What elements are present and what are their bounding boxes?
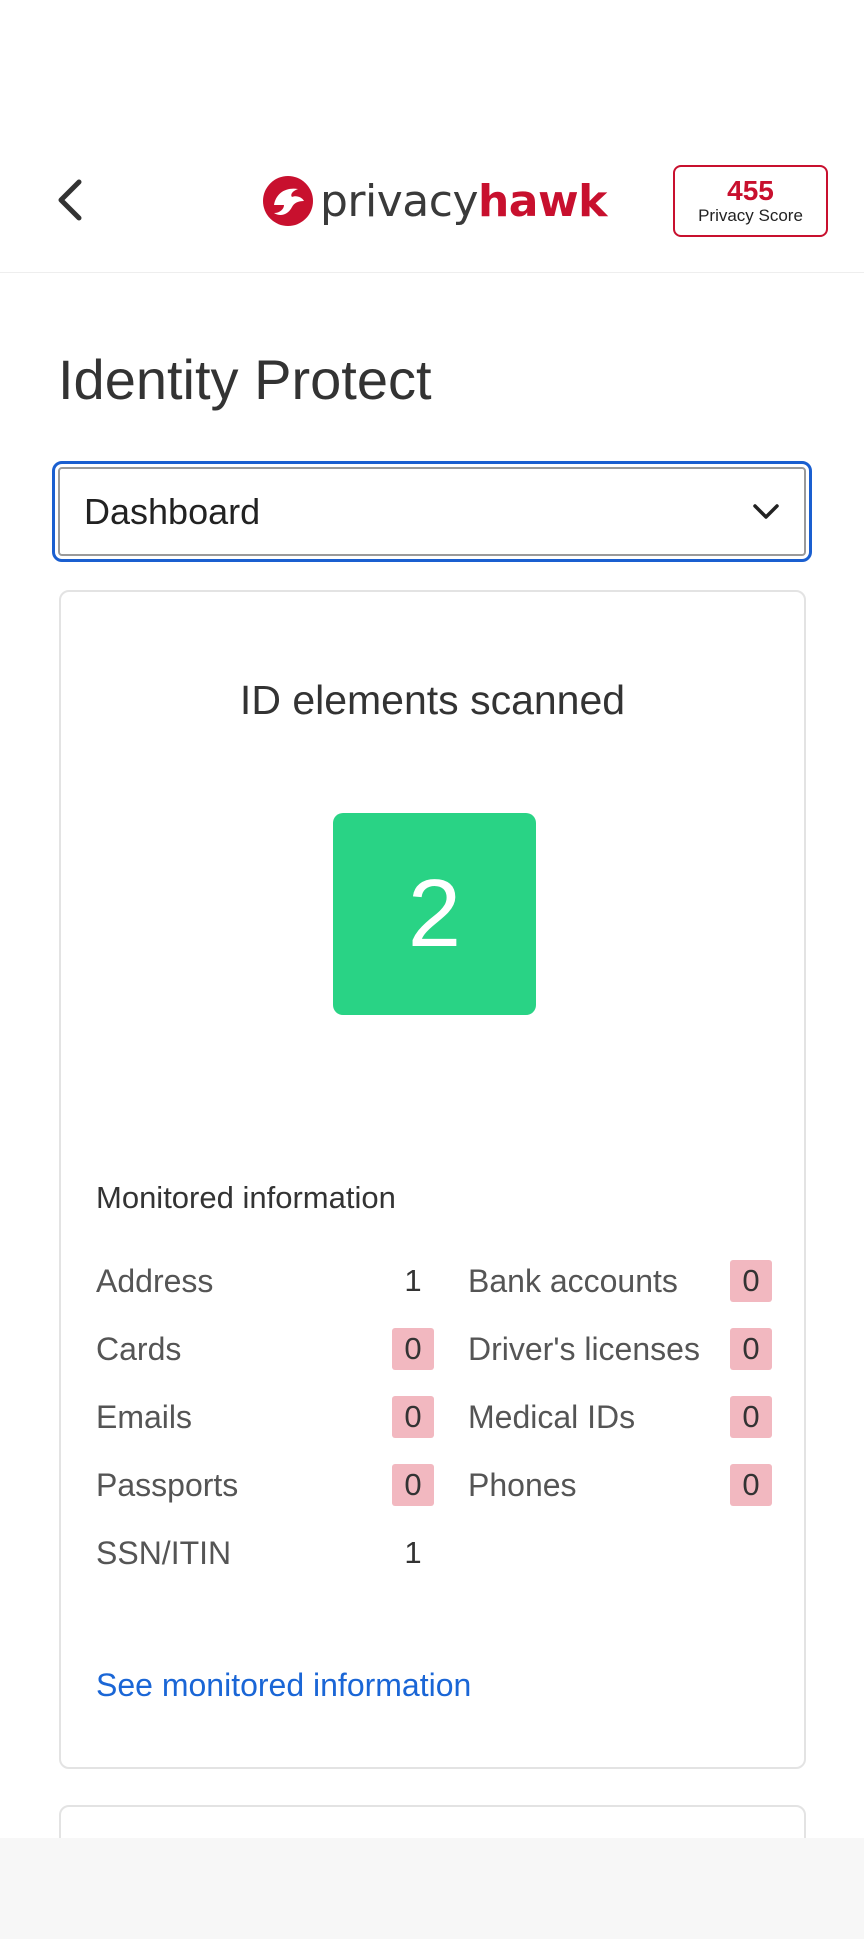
view-select-value: Dashboard: [84, 490, 261, 532]
privacy-score-label: Privacy Score: [698, 206, 803, 225]
bottom-area: [0, 1838, 864, 1939]
privacy-score-badge[interactable]: 455 Privacy Score: [673, 165, 828, 237]
scanned-count-box: 2: [333, 813, 536, 1015]
monitored-label: SSN/ITIN: [96, 1534, 232, 1571]
monitored-label: Medical IDs: [468, 1398, 636, 1435]
monitored-label: Driver's licenses: [468, 1330, 700, 1367]
back-button[interactable]: [48, 178, 92, 222]
monitored-label: Address: [96, 1262, 214, 1299]
monitored-label: Bank accounts: [468, 1262, 678, 1299]
see-monitored-information-link[interactable]: See monitored information: [96, 1667, 471, 1704]
monitored-row: Emails 0 Medical IDs 0: [96, 1383, 772, 1451]
monitored-count: 0: [730, 1396, 772, 1438]
monitored-row: Address 1 Bank accounts 0: [96, 1247, 772, 1315]
monitored-count: 0: [730, 1260, 772, 1302]
monitored-label: Phones: [468, 1466, 577, 1503]
monitored-label: Emails: [96, 1398, 193, 1435]
monitored-label: Cards: [96, 1330, 182, 1367]
monitored-item-ssn-itin: SSN/ITIN 1: [96, 1532, 434, 1574]
view-select[interactable]: Dashboard: [52, 461, 812, 562]
monitored-item-emails: Emails 0: [96, 1396, 434, 1438]
monitored-item-drivers-licenses: Driver's licenses 0: [434, 1328, 772, 1370]
monitored-item-bank-accounts: Bank accounts 0: [434, 1260, 772, 1302]
privacyhawk-logo: privacyhawk: [262, 172, 607, 230]
privacy-score-value: 455: [727, 175, 774, 206]
page: privacyhawk 455 Privacy Score Identity P…: [0, 0, 864, 1939]
monitored-count: 0: [392, 1328, 434, 1370]
monitored-item-passports: Passports 0: [96, 1464, 434, 1506]
chevron-down-icon: [753, 503, 779, 519]
monitored-count: 0: [392, 1464, 434, 1506]
logo-text-privacy: privacy: [320, 175, 478, 227]
monitored-count: 0: [392, 1396, 434, 1438]
monitored-row: Cards 0 Driver's licenses 0: [96, 1315, 772, 1383]
logo-text: privacyhawk: [320, 176, 607, 227]
monitored-grid: Address 1 Bank accounts 0 Cards 0 Driver…: [96, 1247, 772, 1587]
monitored-count: 1: [404, 1535, 422, 1570]
monitored-row: Passports 0 Phones 0: [96, 1451, 772, 1519]
monitored-row: SSN/ITIN 1: [96, 1519, 772, 1587]
monitored-title: Monitored information: [96, 1180, 396, 1215]
monitored-item-phones: Phones 0: [434, 1464, 772, 1506]
logo-text-hawk: hawk: [477, 175, 607, 227]
monitored-label: Passports: [96, 1466, 239, 1503]
hawk-logo-icon: [263, 176, 313, 226]
monitored-count: 0: [730, 1464, 772, 1506]
id-scan-card: ID elements scanned 2 Monitored informat…: [59, 590, 806, 1769]
monitored-item-cards: Cards 0: [96, 1328, 434, 1370]
scanned-count: 2: [407, 860, 462, 967]
monitored-count: 0: [730, 1328, 772, 1370]
monitored-item-address: Address 1: [96, 1260, 434, 1302]
page-title: Identity Protect: [58, 348, 432, 411]
chevron-left-icon: [58, 179, 82, 221]
card-title: ID elements scanned: [239, 677, 626, 723]
monitored-item-medical-ids: Medical IDs 0: [434, 1396, 772, 1438]
view-select-field[interactable]: Dashboard: [58, 467, 806, 556]
app-header: privacyhawk 455 Privacy Score: [0, 150, 864, 273]
monitored-count: 1: [404, 1263, 422, 1298]
